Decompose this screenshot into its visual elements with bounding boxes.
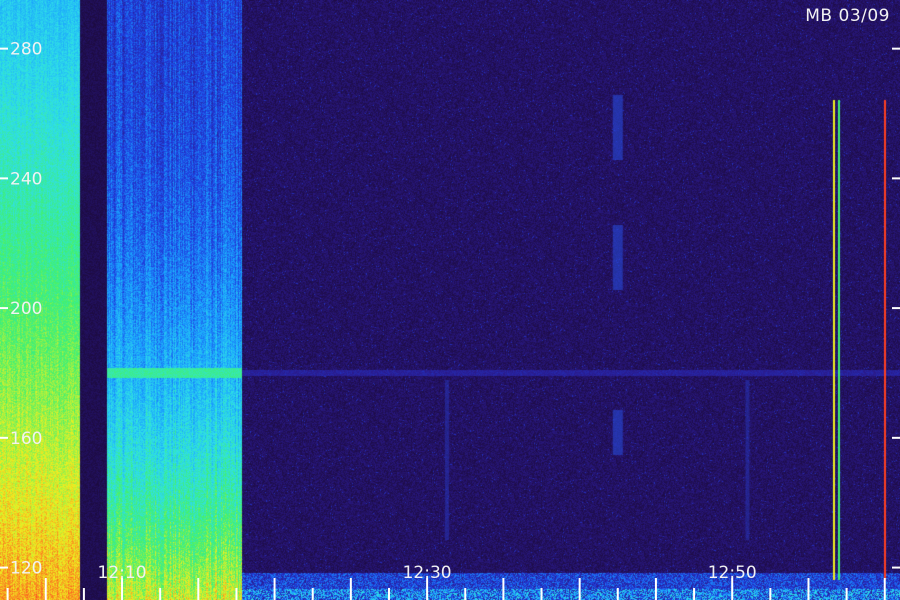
x-axis: 12:10 12:30 12:50: [6, 563, 886, 600]
x-tick-label: 12:50: [708, 563, 757, 583]
y-tick-label: 280: [10, 40, 42, 60]
axes-overlay: 280 240 200 160 120 12:10 12:30 12:50: [0, 40, 900, 600]
y-tick-label: 240: [10, 169, 42, 189]
chart-title: MB 03/09: [805, 6, 890, 26]
spectrogram-chart: 280 240 200 160 120 12:10 12:30 12:50 MB 03/09: [0, 0, 900, 600]
x-tick-label: 12:10: [98, 563, 147, 583]
y-tick-label: 160: [10, 429, 42, 449]
y-axis: 280 240 200 160 120: [0, 40, 900, 579]
y-tick-label: 200: [10, 299, 42, 319]
y-tick-label: 120: [10, 559, 42, 579]
x-tick-label: 12:30: [403, 563, 452, 583]
